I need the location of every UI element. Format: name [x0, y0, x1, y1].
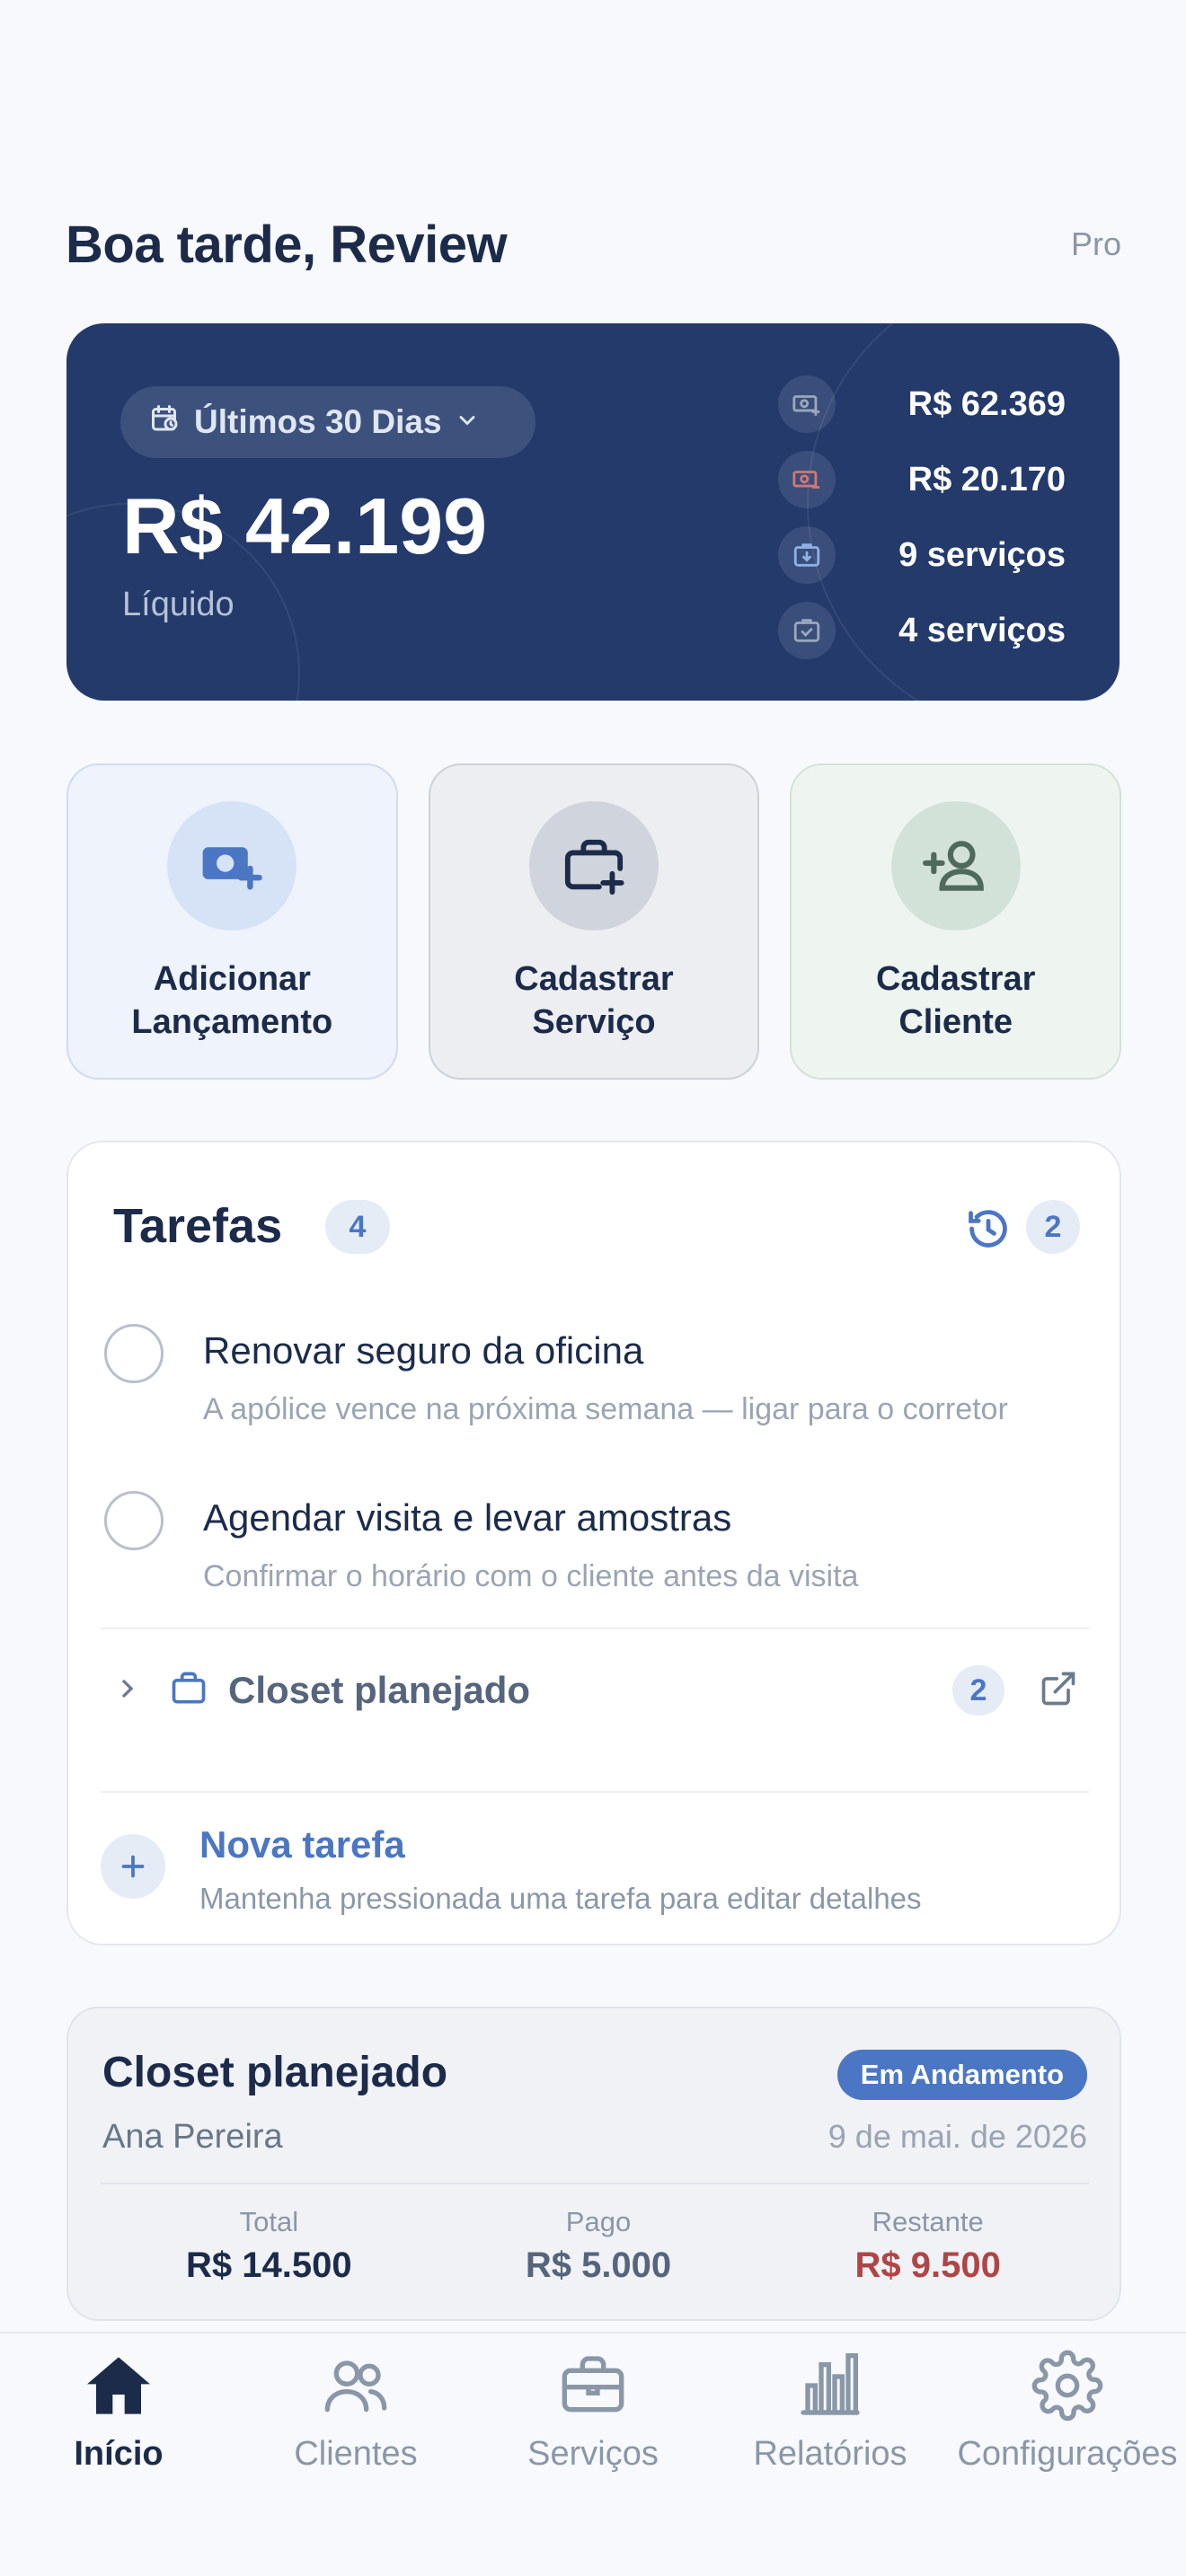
period-label: Últimos 30 Dias	[194, 403, 442, 440]
briefcase-icon	[169, 1669, 208, 1713]
tasks-card: Tarefas 4 2 Renovar seguro da oficina A …	[66, 1141, 1121, 1945]
stat-services-received[interactable]: 9 serviços	[778, 517, 1066, 593]
add-service-button[interactable]: Cadastrar Serviço	[428, 763, 760, 1080]
task-group-row[interactable]: Closet planejado 2	[113, 1654, 1084, 1726]
box-download-icon	[778, 526, 836, 584]
action-label: Adicionar Lançamento	[131, 960, 333, 1041]
stat-services-done[interactable]: 4 serviços	[778, 593, 1066, 668]
project-card[interactable]: Closet planejado Em Andamento Ana Pereir…	[66, 2007, 1121, 2321]
chevron-down-icon	[455, 403, 480, 441]
users-icon	[320, 2350, 392, 2426]
user-add-icon	[890, 801, 1021, 931]
task-group-label: Closet planejado	[228, 1669, 531, 1711]
status-badge: Em Andamento	[836, 2050, 1087, 2100]
nav-item-reports[interactable]: Relatórios	[712, 2333, 949, 2477]
stat-value: R$ 62.369	[907, 384, 1066, 423]
add-client-button[interactable]: Cadastrar Cliente	[790, 763, 1122, 1080]
plan-badge[interactable]: Pro	[1071, 225, 1121, 263]
header: Boa tarde, Review Pro	[66, 208, 1121, 280]
home-icon	[83, 2350, 155, 2426]
money-out-icon	[778, 451, 836, 508]
money-in-icon	[778, 375, 836, 433]
action-label: Cadastrar Serviço	[514, 960, 674, 1041]
task-group-count: 2	[952, 1665, 1005, 1716]
calendar-clock-icon	[149, 402, 181, 443]
paid-amount: Pago R$ 5.000	[525, 2206, 672, 2285]
bottom-nav: Início Clientes Serviços Relatórios Conf…	[0, 2332, 1186, 2576]
project-client: Ana Pereira	[102, 2118, 283, 2156]
money-add-icon	[167, 801, 297, 931]
task-title: Renovar seguro da oficina	[203, 1329, 644, 1372]
external-link-icon[interactable]	[1039, 1669, 1078, 1713]
stat-value: 9 serviços	[898, 535, 1066, 574]
net-value: R$ 42.199	[122, 481, 488, 570]
action-label: Cadastrar Cliente	[875, 960, 1036, 1041]
history-count-badge: 2	[1026, 1200, 1080, 1254]
greeting-title: Boa tarde, Review	[66, 215, 508, 274]
nav-item-settings[interactable]: Configurações	[949, 2333, 1186, 2477]
bar-chart-icon	[794, 2350, 866, 2426]
tasks-title: Tarefas	[113, 1199, 283, 1253]
tasks-count-badge: 4	[325, 1200, 390, 1254]
stat-expense[interactable]: R$ 20.170	[778, 442, 1066, 517]
period-selector[interactable]: Últimos 30 Dias	[120, 386, 535, 458]
project-amounts: Total R$ 14.500 Pago R$ 5.000 Restante R…	[104, 2206, 1093, 2286]
task-description: A apólice vence na próxima semana — liga…	[203, 1392, 1008, 1426]
briefcase-add-icon	[529, 801, 659, 931]
quick-actions: Adicionar Lançamento Cadastrar Serviço C…	[66, 763, 1122, 1080]
divider	[101, 1791, 1089, 1793]
new-task-hint: Mantenha pressionada uma tarefa para edi…	[199, 1882, 922, 1915]
history-icon[interactable]	[965, 1205, 1012, 1257]
divider	[101, 1628, 1089, 1629]
task-description: Confirmar o horário com o cliente antes …	[203, 1559, 859, 1593]
project-date: 9 de mai. de 2026	[828, 2118, 1087, 2155]
remaining-amount: Restante R$ 9.500	[854, 2206, 1001, 2285]
stat-income[interactable]: R$ 62.369	[778, 366, 1066, 442]
add-entry-button[interactable]: Adicionar Lançamento	[66, 763, 398, 1080]
task-title: Agendar visita e levar amostras	[203, 1496, 732, 1539]
task-checkbox[interactable]	[104, 1491, 164, 1550]
total-amount: Total R$ 14.500	[186, 2206, 352, 2285]
stats-list: R$ 62.369 R$ 20.170 9 serviços 4 serviço…	[778, 366, 1066, 668]
gear-icon	[1031, 2350, 1103, 2426]
clipboard-check-icon	[778, 602, 836, 659]
nav-item-clients[interactable]: Clientes	[237, 2333, 474, 2477]
project-title: Closet planejado	[102, 2049, 448, 2096]
nav-item-services[interactable]: Serviços	[474, 2333, 712, 2477]
stat-value: R$ 20.170	[907, 460, 1066, 498]
add-task-button[interactable]	[101, 1834, 165, 1899]
summary-card: Últimos 30 Dias R$ 42.199 Líquido R$ 62.…	[66, 323, 1120, 701]
task-checkbox[interactable]	[104, 1324, 164, 1383]
chevron-right-icon[interactable]	[113, 1674, 142, 1707]
stat-value: 4 serviços	[898, 611, 1066, 649]
net-label: Líquido	[122, 586, 235, 623]
briefcase-icon	[557, 2350, 629, 2426]
divider	[101, 2183, 1089, 2184]
new-task-link[interactable]: Nova tarefa	[199, 1823, 405, 1866]
nav-item-home[interactable]: Início	[0, 2333, 237, 2477]
